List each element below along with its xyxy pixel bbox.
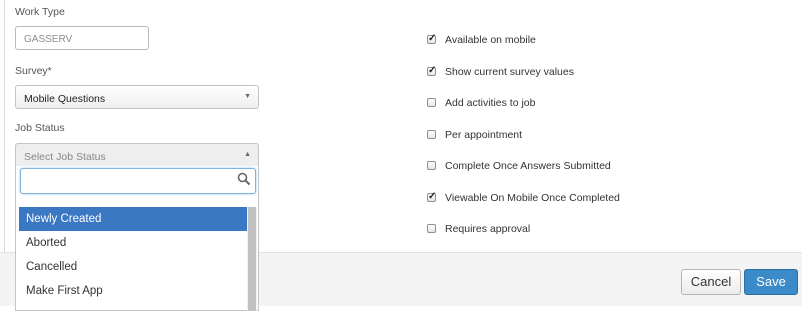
survey-selected-value: Mobile Questions [24, 93, 106, 105]
job-status-dropdown: Newly Created Aborted Cancelled Make Fir… [15, 166, 259, 311]
requires-approval-checkbox[interactable] [427, 224, 436, 233]
checkbox-label: Per appointment [445, 129, 523, 141]
checkmark-icon: ✓ [428, 191, 437, 202]
dropdown-scrollbar-thumb[interactable] [248, 207, 256, 311]
survey-label: Survey* [15, 65, 52, 77]
checkbox-label: Available on mobile [445, 34, 536, 46]
complete-once-answers-submitted-checkbox[interactable] [427, 161, 436, 170]
job-status-option[interactable]: Aborted [19, 231, 247, 255]
checkbox-label: Add activities to job [445, 97, 536, 109]
checkbox-label: Requires approval [445, 223, 531, 235]
checkbox-label: Show current survey values [445, 66, 574, 78]
job-status-option[interactable]: Make First App [19, 279, 247, 303]
cancel-button[interactable]: Cancel [681, 269, 741, 295]
job-status-option[interactable]: Cancelled [19, 255, 247, 279]
checkbox-label: Viewable On Mobile Once Completed [445, 192, 620, 204]
form-left-border [4, 0, 5, 252]
checkmark-icon: ✓ [428, 33, 437, 44]
add-activities-to-job-checkbox[interactable] [427, 98, 436, 107]
survey-select[interactable]: Mobile Questions ▼ [15, 85, 259, 109]
job-status-options: Newly Created Aborted Cancelled Make Fir… [19, 207, 247, 303]
job-status-option[interactable]: Newly Created [19, 207, 247, 231]
job-status-label: Job Status [15, 122, 65, 134]
dropdown-scrollbar[interactable] [247, 207, 257, 311]
available-on-mobile-checkbox[interactable]: ✓ [427, 33, 437, 44]
search-icon [237, 172, 251, 189]
work-type-field: GASSERV [15, 26, 149, 50]
checkmark-icon: ✓ [428, 65, 437, 76]
caret-down-icon: ▼ [244, 93, 251, 100]
show-current-survey-values-checkbox[interactable]: ✓ [427, 65, 437, 76]
per-appointment-checkbox[interactable] [427, 130, 436, 139]
checkbox-label: Complete Once Answers Submitted [445, 160, 611, 172]
save-button[interactable]: Save [744, 269, 798, 295]
caret-up-icon: ▲ [244, 151, 251, 158]
job-status-placeholder: Select Job Status [24, 151, 106, 163]
work-type-label: Work Type [15, 6, 65, 18]
job-status-search-input[interactable] [20, 168, 256, 194]
viewable-on-mobile-once-completed-checkbox[interactable]: ✓ [427, 191, 437, 202]
